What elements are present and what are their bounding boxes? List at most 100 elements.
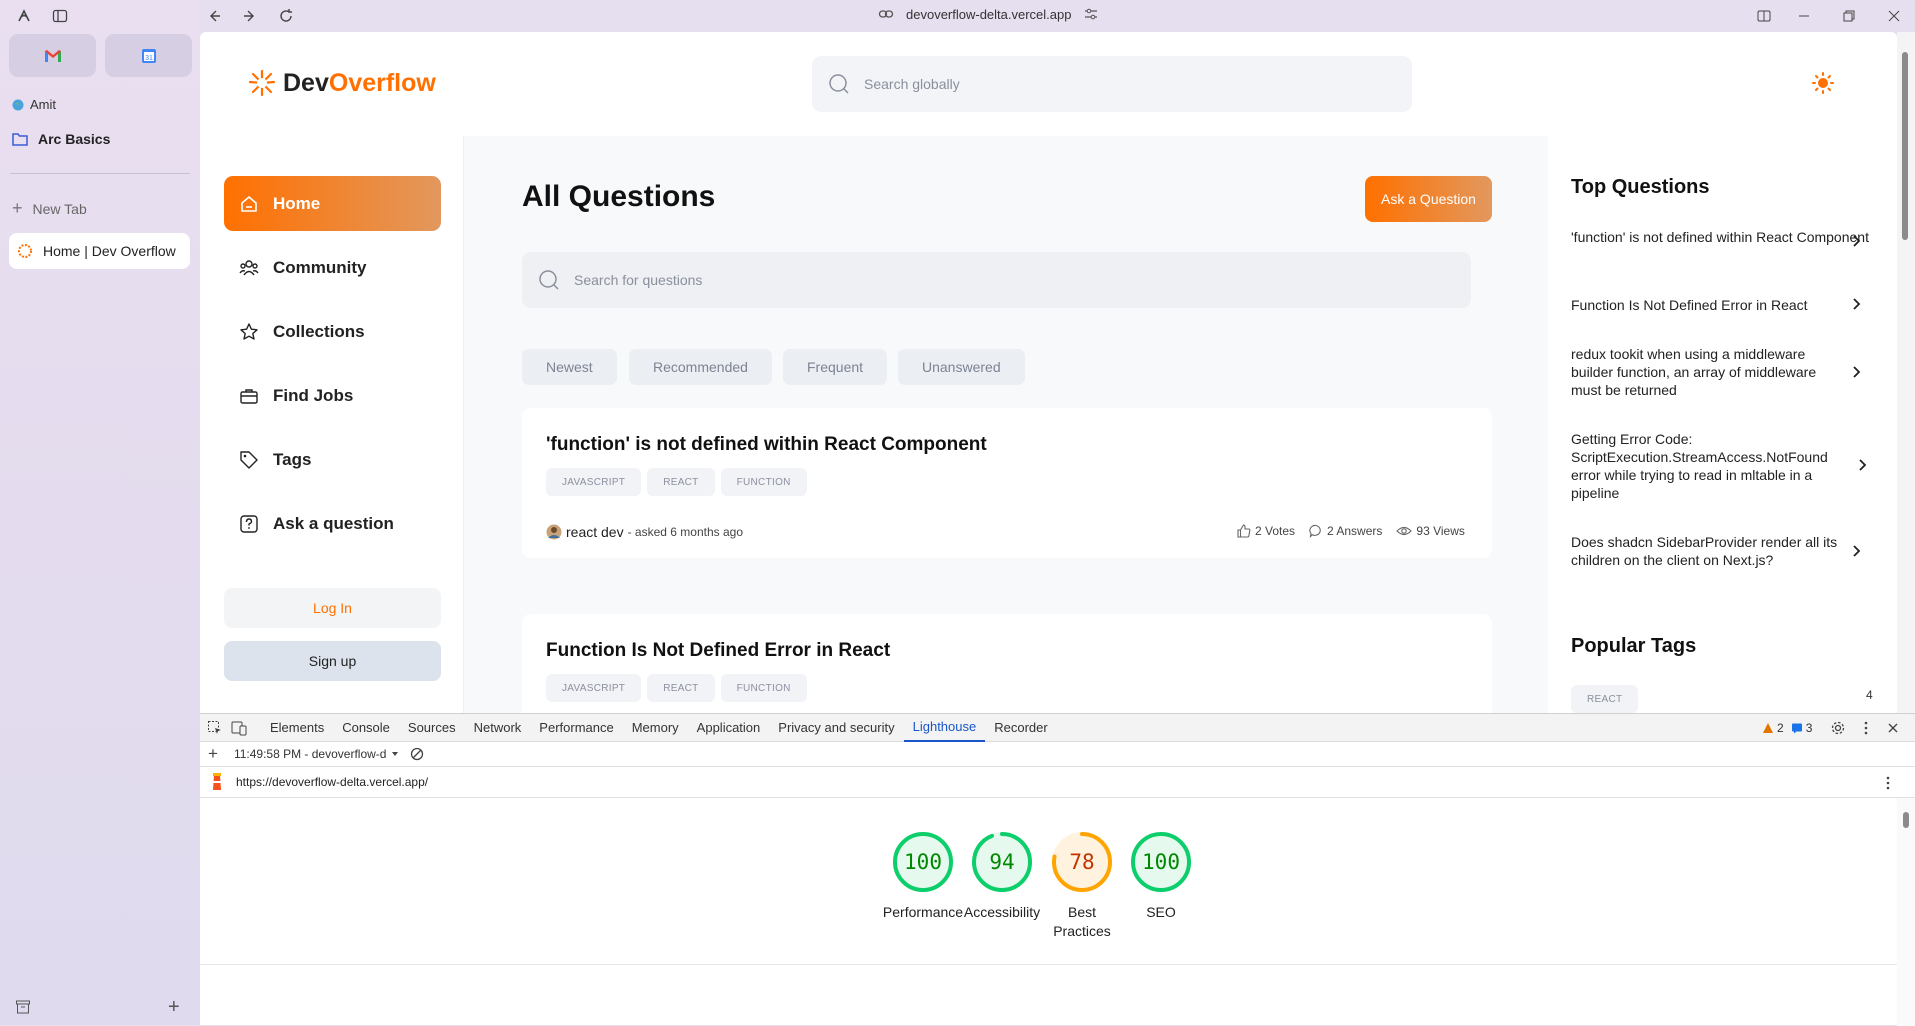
forward-icon[interactable] <box>242 8 258 24</box>
pinned-tab-gmail[interactable] <box>9 34 96 77</box>
issues-counter[interactable]: 2 3 <box>1762 721 1812 735</box>
site-settings-icon[interactable] <box>1083 6 1099 22</box>
add-space-icon[interactable]: + <box>168 996 180 1019</box>
top-question-item[interactable]: Getting Error Code: ScriptExecution.Stre… <box>1571 430 1841 502</box>
report-divider <box>200 964 1897 965</box>
signup-button[interactable]: Sign up <box>224 641 441 681</box>
dropdown-arrow-icon[interactable] <box>390 749 400 759</box>
archive-icon[interactable] <box>15 999 31 1015</box>
sidebar-toggle-icon[interactable] <box>52 8 68 24</box>
nav-collections-label: Collections <box>273 321 365 341</box>
top-question-item[interactable]: Does shadcn SidebarProvider render all i… <box>1571 533 1841 569</box>
url-bar[interactable]: devoverflow-delta.vercel.app <box>878 6 1099 22</box>
chevron-right-icon[interactable] <box>1851 365 1863 379</box>
reload-icon[interactable] <box>278 8 294 24</box>
tag-chip[interactable]: REACT <box>647 468 715 496</box>
global-search-input[interactable]: Search globally <box>812 56 1412 112</box>
gauge-score: 100 <box>1142 850 1180 874</box>
settings-gear-icon[interactable] <box>1830 720 1846 736</box>
devtools-tab-network[interactable]: Network <box>465 714 531 742</box>
question-title[interactable]: 'function' is not defined within React C… <box>546 434 987 456</box>
devtools-tab-performance[interactable]: Performance <box>530 714 622 742</box>
top-question-text: Function Is Not Defined Error in React <box>1571 297 1808 313</box>
arc-logo-icon[interactable] <box>16 8 32 24</box>
chevron-right-icon[interactable] <box>1851 544 1863 558</box>
eye-icon <box>1396 524 1413 538</box>
site-logo[interactable]: DevOverflow <box>247 68 436 98</box>
devtools-scrollbar-thumb[interactable] <box>1903 812 1909 828</box>
restore-icon[interactable] <box>1841 8 1857 24</box>
nav-community[interactable]: Community <box>224 240 441 295</box>
devtools-tab-recorder[interactable]: Recorder <box>985 714 1056 742</box>
report-menu-icon[interactable] <box>1880 775 1896 791</box>
chevron-right-icon[interactable] <box>1857 458 1869 472</box>
tag-chip[interactable]: JAVASCRIPT <box>546 468 642 496</box>
ask-question-button[interactable]: Ask a Question <box>1365 176 1492 222</box>
new-tab-button[interactable]: + New Tab <box>12 198 87 219</box>
briefcase-icon <box>239 386 259 406</box>
nav-ask-question[interactable]: Ask a question <box>224 496 441 551</box>
page-scrollbar[interactable] <box>1897 32 1915 713</box>
arc-sidebar: 31 Amit Arc Basics + New Tab Home | Dev … <box>0 0 200 1025</box>
top-question-text: Getting Error Code: ScriptExecution.Stre… <box>1571 431 1828 501</box>
tag-chip[interactable]: FUNCTION <box>720 468 807 496</box>
tag-chip[interactable]: REACT <box>647 674 715 702</box>
sidebar-divider <box>10 173 190 174</box>
devtools-scrollbar[interactable] <box>1897 798 1915 1026</box>
warning-icon <box>1762 722 1774 734</box>
filter-recommended[interactable]: Recommended <box>629 349 772 385</box>
report-selector[interactable]: 11:49:58 PM - devoverflow-d <box>234 747 387 761</box>
top-question-item[interactable]: redux tookit when using a middleware bui… <box>1571 345 1841 399</box>
filter-unanswered[interactable]: Unanswered <box>898 349 1025 385</box>
filter-newest[interactable]: Newest <box>522 349 617 385</box>
pinned-tab-calendar[interactable]: 31 <box>105 34 192 77</box>
space-name: Amit <box>30 97 56 112</box>
clear-reports-icon[interactable] <box>410 747 424 761</box>
chevron-right-icon[interactable] <box>1851 297 1863 311</box>
top-question-item[interactable]: 'function' is not defined within React C… <box>1571 228 1871 246</box>
more-options-icon[interactable] <box>1858 720 1874 736</box>
question-card: Function Is Not Defined Error in React J… <box>522 614 1492 713</box>
filter-frequent[interactable]: Frequent <box>783 349 888 385</box>
inspect-element-icon[interactable] <box>207 720 223 736</box>
new-report-icon[interactable]: + <box>208 744 218 764</box>
devtools-tab-privacy[interactable]: Privacy and security <box>769 714 903 742</box>
devtools-tab-memory[interactable]: Memory <box>623 714 688 742</box>
chevron-right-icon[interactable] <box>1851 234 1863 248</box>
question-author[interactable]: react dev - asked 6 months ago <box>546 524 743 540</box>
folder-arc-basics[interactable]: Arc Basics <box>12 131 110 147</box>
users-icon <box>239 258 259 278</box>
warning-count: 2 <box>1777 721 1784 735</box>
nav-find-jobs[interactable]: Find Jobs <box>224 368 441 423</box>
nav-home[interactable]: Home <box>224 176 441 231</box>
calendar-icon: 31 <box>141 48 157 64</box>
close-window-icon[interactable] <box>1886 8 1902 24</box>
back-icon[interactable] <box>206 8 222 24</box>
devtools-tab-console[interactable]: Console <box>333 714 399 742</box>
nav-collections[interactable]: Collections <box>224 304 441 359</box>
popular-tag-chip[interactable]: REACT <box>1571 685 1639 713</box>
popular-tag-count: 4 <box>1866 688 1873 702</box>
top-question-text: 'function' is not defined within React C… <box>1571 229 1869 245</box>
active-tab[interactable]: Home | Dev Overflow <box>9 233 190 269</box>
tag-icon <box>239 450 259 470</box>
tag-chip[interactable]: JAVASCRIPT <box>546 674 642 702</box>
popular-tags-title: Popular Tags <box>1571 635 1697 657</box>
tag-chip[interactable]: FUNCTION <box>720 674 807 702</box>
top-question-item[interactable]: Function Is Not Defined Error in React <box>1571 296 1871 314</box>
question-search-input[interactable]: Search for questions <box>522 252 1471 308</box>
close-devtools-icon[interactable] <box>1885 720 1901 736</box>
devtools-tab-elements[interactable]: Elements <box>261 714 333 742</box>
nav-tags[interactable]: Tags <box>224 432 441 487</box>
space-label[interactable]: Amit <box>12 97 56 112</box>
page-scrollbar-thumb[interactable] <box>1902 52 1908 240</box>
device-toolbar-icon[interactable] <box>231 720 247 736</box>
devtools-tab-sources[interactable]: Sources <box>399 714 465 742</box>
login-button[interactable]: Log In <box>224 588 441 628</box>
devtools-tab-application[interactable]: Application <box>688 714 770 742</box>
minimize-icon[interactable] <box>1796 8 1812 24</box>
question-title[interactable]: Function Is Not Defined Error in React <box>546 640 890 662</box>
theme-toggle-icon[interactable] <box>1812 72 1834 94</box>
devtools-tab-lighthouse[interactable]: Lighthouse <box>903 714 986 742</box>
split-view-icon[interactable] <box>1756 8 1772 24</box>
